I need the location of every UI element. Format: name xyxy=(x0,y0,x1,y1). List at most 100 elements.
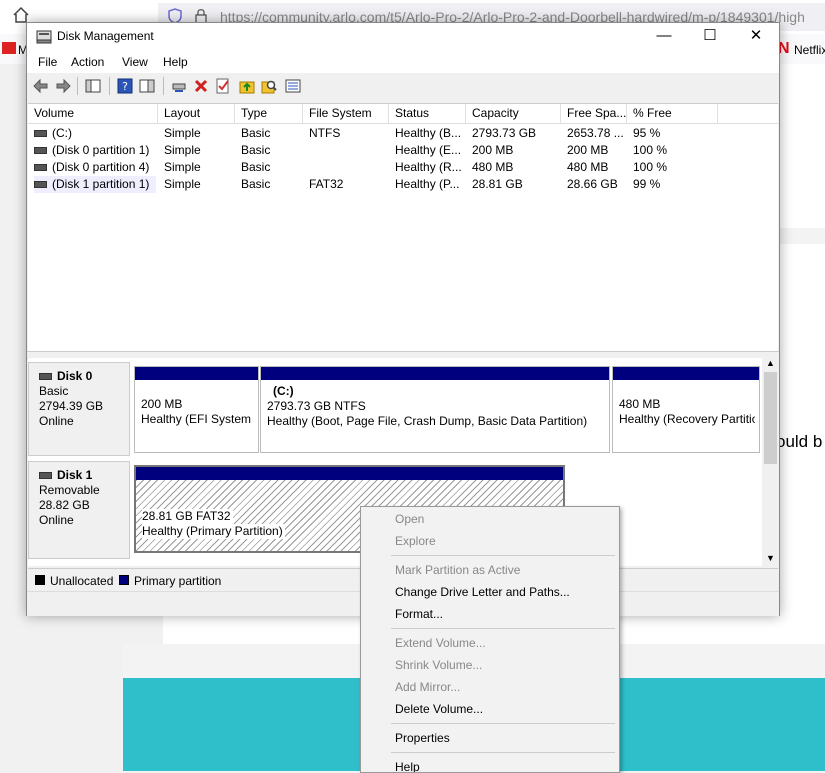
menu-view[interactable]: View xyxy=(122,55,148,69)
menu-item-change-drive-letter[interactable]: Change Drive Letter and Paths... xyxy=(395,582,570,602)
scrollbar-thumb[interactable] xyxy=(764,372,777,464)
column-status[interactable]: Status xyxy=(389,104,466,123)
volume-list: Volume Layout Type File System Status Ca… xyxy=(28,103,778,352)
drive-icon xyxy=(34,147,47,155)
partition-status: Healthy (Recovery Partition) xyxy=(619,412,755,426)
menu-item-explore[interactable]: Explore xyxy=(395,531,436,551)
svg-text:?: ? xyxy=(122,80,128,93)
primary-partition-swatch xyxy=(119,575,129,585)
cell-file-system xyxy=(309,159,387,176)
column-layout[interactable]: Layout xyxy=(158,104,235,123)
cell-file-system: FAT32 xyxy=(309,177,344,191)
disk-management-app-icon xyxy=(36,30,52,44)
table-row[interactable]: (C:) Simple Basic NTFS Healthy (B... 279… xyxy=(28,125,778,142)
connect-drive-icon[interactable] xyxy=(171,78,187,94)
column-file-system[interactable]: File System xyxy=(303,104,389,123)
partition-size: 200 MB xyxy=(141,397,183,411)
menu-item-shrink-volume[interactable]: Shrink Volume... xyxy=(395,655,482,675)
menu-file[interactable]: File xyxy=(38,55,57,69)
disk-size: 2794.39 GB xyxy=(39,399,104,413)
cell-percent-free: 100 % xyxy=(633,160,668,174)
menu-item-properties[interactable]: Properties xyxy=(395,728,450,748)
forward-arrow-icon[interactable] xyxy=(55,78,71,94)
unallocated-swatch xyxy=(35,575,45,585)
check-properties-icon[interactable] xyxy=(215,78,231,94)
bookmark-favicon-icon[interactable] xyxy=(2,42,16,54)
menu-help[interactable]: Help xyxy=(163,55,188,69)
cell-volume: (C:) xyxy=(52,126,72,140)
cell-status: Healthy (E... xyxy=(395,143,462,157)
cell-capacity: 28.81 GB xyxy=(472,177,523,191)
disk-size: 28.82 GB xyxy=(39,498,90,512)
drive-icon xyxy=(39,472,52,480)
web-page-strip xyxy=(778,228,825,244)
cell-type: Basic xyxy=(241,160,271,174)
delete-x-icon[interactable] xyxy=(193,78,209,94)
partition-status: Healthy (Boot, Page File, Crash Dump, Ba… xyxy=(267,414,588,428)
list-view-icon[interactable] xyxy=(285,78,301,94)
partition-status: Healthy (Primary Partition) xyxy=(142,524,285,539)
properties-pane-icon[interactable] xyxy=(139,78,155,94)
toolbar-separator xyxy=(163,77,164,95)
menu-separator xyxy=(391,555,615,556)
primary-partition-bar xyxy=(136,467,563,480)
vertical-scrollbar[interactable]: ▲ ▼ xyxy=(762,358,779,566)
help-icon[interactable]: ? xyxy=(117,78,133,94)
title-bar[interactable]: Disk Management — ☐ ✕ xyxy=(27,23,779,51)
disk-0-label[interactable]: Disk 0 Basic 2794.39 GB Online xyxy=(28,362,130,456)
cell-volume: (Disk 0 partition 4) xyxy=(52,160,150,174)
drive-icon xyxy=(39,373,52,381)
maximize-button[interactable]: ☐ xyxy=(687,23,733,51)
column-percent-free[interactable]: % Free xyxy=(627,104,718,123)
cell-percent-free: 99 % xyxy=(633,177,661,191)
partition-efi[interactable]: 200 MB Healthy (EFI System Partition) xyxy=(134,366,259,453)
menu-item-format[interactable]: Format... xyxy=(395,604,443,624)
scroll-up-icon[interactable]: ▲ xyxy=(766,358,775,368)
web-page-partial-text: ould b xyxy=(776,432,823,451)
table-row[interactable]: (Disk 0 partition 4) Simple Basic Health… xyxy=(28,159,778,176)
disk-name: Disk 1 xyxy=(57,468,93,482)
partition-recovery[interactable]: 480 MB Healthy (Recovery Partition) xyxy=(612,366,760,453)
disk-type: Removable xyxy=(39,483,100,497)
disk-1-label[interactable]: Disk 1 Removable 28.82 GB Online xyxy=(28,461,130,559)
console-tree-icon[interactable] xyxy=(85,78,101,94)
column-capacity[interactable]: Capacity xyxy=(466,104,561,123)
up-folder-icon[interactable] xyxy=(239,78,255,94)
cell-layout: Simple xyxy=(164,177,201,191)
menu-item-delete-volume[interactable]: Delete Volume... xyxy=(395,699,483,719)
column-type[interactable]: Type xyxy=(235,104,303,123)
menu-item-open[interactable]: Open xyxy=(395,509,424,529)
cell-volume: (Disk 0 partition 1) xyxy=(52,143,150,157)
partition-c[interactable]: (C:) 2793.73 GB NTFS Healthy (Boot, Page… xyxy=(260,366,610,453)
column-free-space[interactable]: Free Spa... xyxy=(561,104,627,123)
drive-icon xyxy=(34,181,47,189)
menu-item-mark-active[interactable]: Mark Partition as Active xyxy=(395,560,520,580)
menu-bar: File Action View Help xyxy=(27,51,779,73)
partition-label: (C:) xyxy=(273,384,294,398)
context-menu: Open Explore Mark Partition as Active Ch… xyxy=(360,506,620,773)
menu-item-add-mirror[interactable]: Add Mirror... xyxy=(395,677,460,697)
cell-file-system xyxy=(309,142,387,159)
drive-icon xyxy=(34,164,47,172)
scroll-down-icon[interactable]: ▼ xyxy=(766,553,775,563)
minimize-button[interactable]: — xyxy=(641,23,687,51)
cell-free-space: 200 MB xyxy=(567,143,609,157)
table-row[interactable]: (Disk 0 partition 1) Simple Basic Health… xyxy=(28,142,778,159)
search-folder-icon[interactable] xyxy=(261,78,277,94)
disk-state: Online xyxy=(39,414,74,428)
column-volume[interactable]: Volume xyxy=(28,104,158,123)
toolbar: ? xyxy=(27,73,779,99)
cell-capacity: 480 MB xyxy=(472,160,514,174)
table-row[interactable]: (Disk 1 partition 1) Simple Basic FAT32 … xyxy=(28,176,778,193)
menu-separator xyxy=(391,723,615,724)
bookmark-netflix[interactable]: Netflix xyxy=(794,43,825,57)
toolbar-separator xyxy=(77,77,78,95)
menu-action[interactable]: Action xyxy=(71,55,104,69)
back-arrow-icon[interactable] xyxy=(33,78,49,94)
cell-layout: Simple xyxy=(164,160,201,174)
cell-percent-free: 100 % xyxy=(633,143,668,157)
menu-item-extend-volume[interactable]: Extend Volume... xyxy=(395,633,486,653)
cell-type: Basic xyxy=(241,177,271,191)
primary-partition-bar xyxy=(613,367,759,380)
close-button[interactable]: ✕ xyxy=(733,23,779,51)
